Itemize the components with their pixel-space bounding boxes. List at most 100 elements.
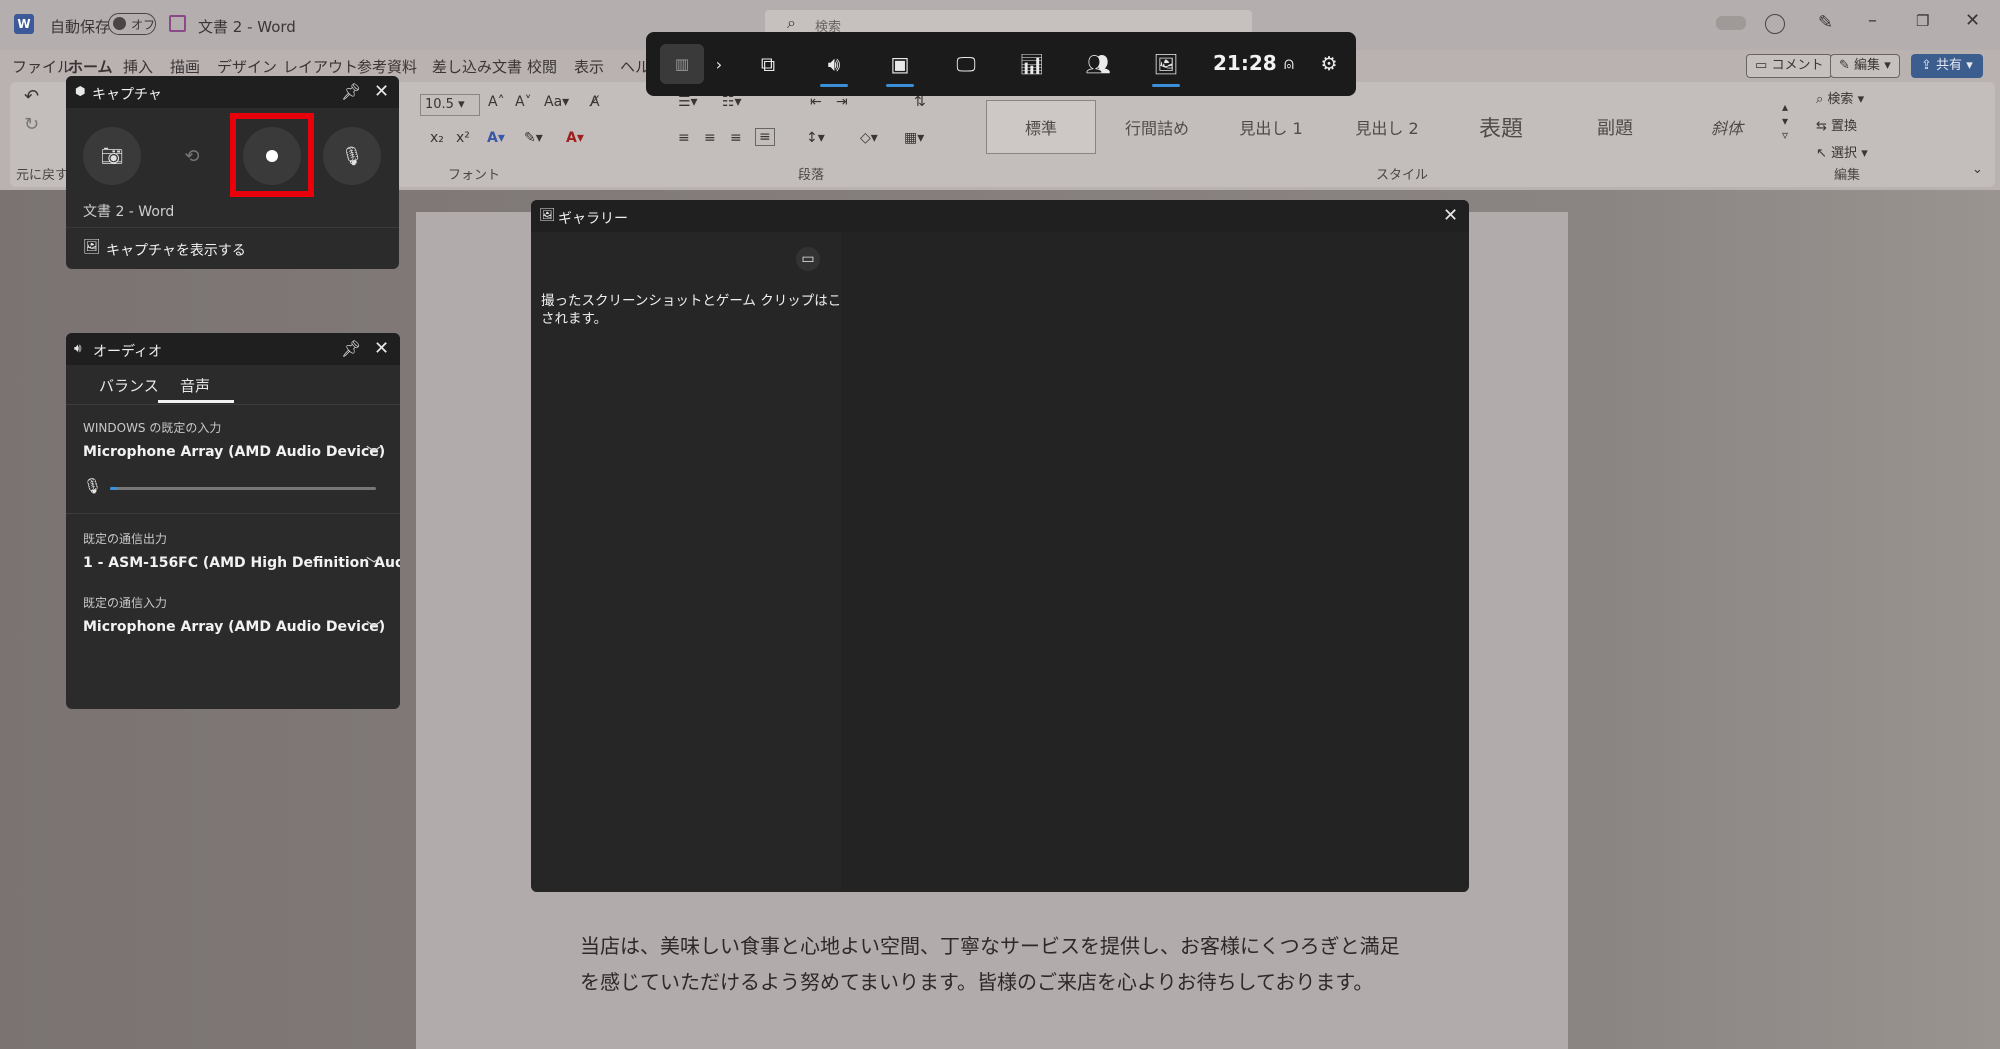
subscript-icon[interactable]: x₂ bbox=[430, 130, 444, 146]
bar-chart-icon: 📊︎ bbox=[1019, 52, 1045, 76]
start-recording-button[interactable] bbox=[243, 127, 301, 185]
find-button[interactable]: ⌕ 検索 ▾ bbox=[1816, 88, 1864, 107]
gallery-widget-button[interactable]: 🖼︎ bbox=[1136, 32, 1196, 96]
widget-menu-icon: ▥ bbox=[674, 55, 690, 73]
capture-widget-button[interactable]: ⧉ bbox=[738, 32, 798, 96]
autosave-label: 自動保存 bbox=[50, 18, 111, 36]
record-last-30s-button[interactable]: ⟲ bbox=[163, 127, 221, 185]
show-captures-label: キャプチャを表示する bbox=[106, 243, 246, 259]
share-button[interactable]: ⇪ 共有 ▾ bbox=[1911, 54, 1983, 78]
mic-toggle-button[interactable]: 🎙︎ bbox=[323, 127, 381, 185]
tab-draw[interactable]: 描画 bbox=[170, 56, 200, 77]
comm-output-select[interactable]: 1 - ASM-156FC (AMD High Definition Audi.… bbox=[66, 548, 400, 578]
editing-mode-button[interactable]: ✎ 編集 ▾ bbox=[1830, 54, 1900, 78]
grow-font-icon[interactable]: A˄ bbox=[488, 94, 505, 110]
audio-pin-icon[interactable]: 📌︎ bbox=[341, 341, 361, 357]
resources-widget-button[interactable]: 🖵︎ bbox=[936, 32, 996, 96]
select-button[interactable]: ↖ 選択 ▾ bbox=[1816, 142, 1868, 161]
highlight-icon[interactable]: ✎▾ bbox=[524, 130, 543, 146]
font-size-select[interactable]: 10.5 ▾ bbox=[420, 94, 480, 116]
expand-chevron-icon[interactable]: › bbox=[706, 32, 732, 96]
font-color-icon[interactable]: A▾ bbox=[566, 130, 584, 146]
gallery-close-icon[interactable]: ✕ bbox=[1443, 207, 1458, 225]
shading-icon[interactable]: ◇▾ bbox=[860, 130, 878, 146]
document-paragraph-line-1[interactable]: 当店は、美味しい食事と心地よい空間、丁寧なサービスを提供し、お客様にくつろぎと満… bbox=[580, 930, 1400, 959]
style-heading-2[interactable]: 見出し 2 bbox=[1332, 100, 1442, 154]
gear-icon: ⚙ bbox=[1320, 53, 1338, 75]
widget-menu-button[interactable]: ▥ bbox=[658, 32, 706, 96]
audio-header: 🔊︎ オーディオ 📌︎ ✕ bbox=[66, 333, 400, 365]
tab-references[interactable]: 参考資料 bbox=[357, 56, 417, 77]
style-subtitle[interactable]: 副題 bbox=[1560, 100, 1670, 154]
show-captures-link[interactable]: 🖼︎ キャプチャを表示する bbox=[66, 227, 399, 269]
select-cursor-icon: ↖ bbox=[1816, 146, 1827, 161]
document-paragraph-line-2[interactable]: を感じていただけるよう努めてまいります。皆様のご来店を心よりお待ちしております。 bbox=[580, 966, 1373, 995]
profile-icon[interactable] bbox=[1765, 14, 1785, 34]
replace-button[interactable]: ⇆ 置換 bbox=[1816, 115, 1857, 134]
style-normal[interactable]: 標準 bbox=[986, 100, 1096, 154]
clear-format-icon[interactable]: A̸ bbox=[590, 94, 600, 110]
tab-review[interactable]: 校閲 bbox=[527, 56, 557, 77]
change-case-icon[interactable]: Aa▾ bbox=[544, 94, 569, 110]
screenshot-button[interactable]: 📷︎ bbox=[83, 127, 141, 185]
tab-mailings[interactable]: 差し込み文書 bbox=[432, 56, 522, 77]
open-folder-icon[interactable]: ▭ bbox=[796, 247, 820, 271]
tab-insert[interactable]: 挿入 bbox=[123, 56, 153, 77]
sort-icon[interactable]: ⇅ bbox=[914, 94, 926, 110]
numbering-icon[interactable]: ☷▾ bbox=[722, 94, 742, 110]
redo-icon[interactable]: ↻ bbox=[24, 114, 39, 135]
pen-icon[interactable]: ✎ bbox=[1818, 12, 1833, 33]
windows-input-select[interactable]: Microphone Array (AMD Audio Device) ﹀ bbox=[66, 437, 400, 467]
style-title[interactable]: 表題 bbox=[1446, 100, 1556, 154]
style-heading-1-label: 見出し 1 bbox=[1239, 119, 1303, 138]
decrease-indent-icon[interactable]: ⇤ bbox=[810, 94, 822, 110]
collapse-ribbon-icon[interactable]: ⌄ bbox=[1972, 162, 1983, 177]
styles-scroll-icon[interactable]: ▴ ▾ ▿ bbox=[1782, 100, 1788, 142]
comm-output-device: 1 - ASM-156FC (AMD High Definition Audi.… bbox=[83, 555, 400, 571]
autosave-toggle[interactable]: オフ bbox=[108, 13, 156, 35]
tab-voice[interactable]: 音声 bbox=[180, 375, 210, 396]
bullets-icon[interactable]: ☰▾ bbox=[678, 94, 698, 110]
pin-icon[interactable]: 📌︎ bbox=[341, 84, 361, 100]
comm-input-select[interactable]: Microphone Array (AMD Audio Device) ﹀ bbox=[66, 612, 400, 642]
mouse-button[interactable]: ⍝ bbox=[1272, 32, 1306, 96]
gallery-list: ▭ 撮ったスクリーンショットとゲーム クリップはここに表示 されます。 bbox=[531, 232, 895, 892]
tab-design[interactable]: デザイン bbox=[217, 56, 277, 77]
styles-group-label: スタイル bbox=[1376, 168, 1429, 183]
tab-home[interactable]: ホーム bbox=[68, 56, 113, 77]
settings-button[interactable]: ⚙ bbox=[1312, 32, 1346, 96]
audio-close-icon[interactable]: ✕ bbox=[374, 340, 389, 358]
restore-icon[interactable]: ❐ bbox=[1916, 12, 1929, 30]
minimize-icon[interactable]: – bbox=[1868, 10, 1877, 31]
tab-file[interactable]: ファイル bbox=[12, 56, 72, 77]
performance-monitor-button[interactable]: ▣ bbox=[870, 32, 930, 96]
borders-icon[interactable]: ▦▾ bbox=[904, 130, 924, 146]
tab-view[interactable]: 表示 bbox=[574, 56, 604, 77]
align-right-icon[interactable]: ≡ bbox=[730, 130, 742, 146]
performance-widget-button[interactable]: 📊︎ bbox=[1002, 32, 1062, 96]
close-icon[interactable]: ✕ bbox=[374, 83, 389, 101]
align-left-icon[interactable]: ≡ bbox=[678, 130, 690, 146]
text-effects-icon[interactable]: A▾ bbox=[487, 130, 505, 146]
account-avatar[interactable] bbox=[1716, 16, 1746, 30]
align-center-icon[interactable]: ≡ bbox=[704, 130, 716, 146]
comm-input-device: Microphone Array (AMD Audio Device) bbox=[83, 619, 386, 635]
mic-level-slider[interactable] bbox=[110, 487, 376, 490]
justify-icon[interactable]: ≡ bbox=[755, 128, 775, 146]
style-no-spacing[interactable]: 行間詰め bbox=[1102, 100, 1212, 154]
shrink-font-icon[interactable]: A˅ bbox=[515, 94, 532, 110]
style-heading-1[interactable]: 見出し 1 bbox=[1216, 100, 1326, 154]
superscript-icon[interactable]: x² bbox=[456, 130, 470, 146]
style-emphasis[interactable]: 斜体 bbox=[1672, 100, 1782, 154]
comment-button[interactable]: ▭ コメント bbox=[1746, 54, 1833, 78]
xbox-social-button[interactable]: 👥︎ bbox=[1068, 32, 1128, 96]
undo-icon[interactable]: ↶ bbox=[24, 86, 39, 107]
tab-balance[interactable]: バランス bbox=[99, 375, 159, 396]
line-spacing-icon[interactable]: ↕▾ bbox=[806, 130, 825, 146]
capture-source-label: 文書 2 - Word bbox=[83, 204, 175, 220]
close-window-icon[interactable]: ✕ bbox=[1965, 10, 1980, 31]
tab-layout[interactable]: レイアウト bbox=[283, 56, 358, 77]
audio-widget-button[interactable]: 🔊︎ bbox=[804, 32, 864, 96]
save-icon[interactable] bbox=[169, 15, 186, 32]
increase-indent-icon[interactable]: ⇥ bbox=[836, 94, 848, 110]
